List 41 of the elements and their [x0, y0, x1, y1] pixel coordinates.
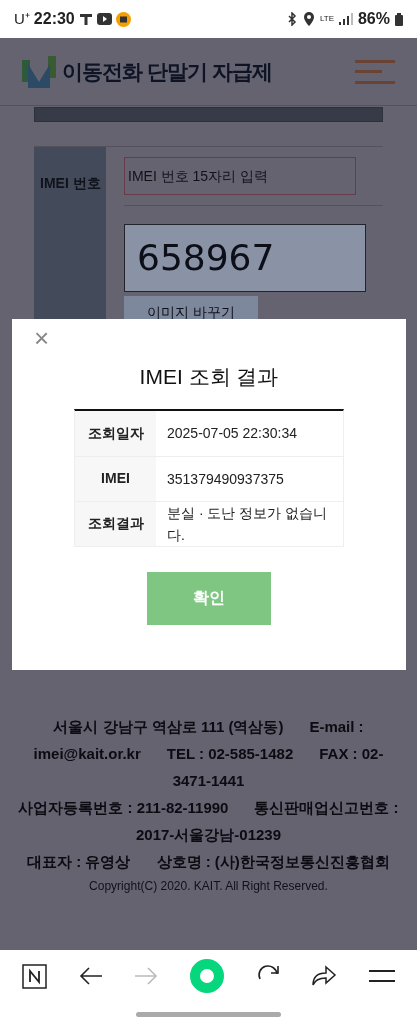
footer-info-text: 통신판매업신고번호 :	[254, 798, 399, 818]
back-icon[interactable]	[78, 966, 103, 986]
network-text: LTE	[319, 15, 334, 23]
share-icon[interactable]	[311, 965, 338, 987]
row-value: 분실 · 도난 정보가 없습니다.	[166, 503, 329, 545]
footer-info-text: 서울시 강남구 역삼로 111 (역삼동)	[53, 717, 284, 737]
footer-info-text: 사업자등록번호 : 211-82-11990	[18, 798, 229, 818]
clock-text: 22:30	[33, 9, 75, 29]
location-icon	[302, 12, 315, 26]
dialog-title: IMEI 조회 결과	[139, 364, 279, 390]
signal-icon	[338, 13, 353, 25]
t-icon	[78, 12, 93, 26]
copyright-text: Copyright(C) 2020. KAIT. All Right Reserved.	[88, 878, 329, 895]
menu-icon[interactable]	[368, 969, 395, 983]
captcha-text: 658967	[137, 240, 275, 276]
imei-input[interactable]: IMEI 번호 15자리 입력	[124, 157, 356, 195]
footer-info-text: E-mail :	[309, 717, 364, 737]
row-value: 351379490937375	[166, 469, 285, 489]
naver-home-icon[interactable]	[22, 963, 47, 989]
app-badge-icon	[115, 11, 131, 27]
bluetooth-icon	[285, 12, 298, 26]
footer-info-text: 대표자 : 유영상	[27, 852, 131, 872]
row-label: 조회일자	[75, 410, 156, 456]
footer-info-text: imei@kait.or.kr	[33, 744, 141, 764]
footer-info-text: 2017-서울강남-01239	[135, 825, 282, 845]
field-label: IMEI 번호	[40, 175, 101, 191]
video-play-icon	[96, 13, 112, 25]
row-label: IMEI	[75, 456, 156, 501]
close-button[interactable]: ×	[34, 325, 50, 351]
logo-icon	[22, 55, 56, 88]
battery-icon	[395, 12, 403, 26]
footer-info-text: TEL : 02-585-1482	[166, 744, 294, 764]
site-title: 이동전화 단말기 자급제	[62, 58, 272, 85]
row-label: 조회결과	[75, 501, 156, 546]
footer-info-text: 3471-1441	[172, 771, 245, 791]
carrier-text: U⁺	[14, 8, 30, 29]
row-value: 2025-07-05 22:30:34	[166, 424, 298, 443]
battery-text: 86%	[357, 9, 390, 29]
footer-info-text: FAX : 02-	[319, 744, 384, 764]
footer-info-text: 상호명 : (사)한국정보통신진흥협회	[156, 852, 390, 872]
confirm-button[interactable]: 확인	[147, 571, 271, 625]
